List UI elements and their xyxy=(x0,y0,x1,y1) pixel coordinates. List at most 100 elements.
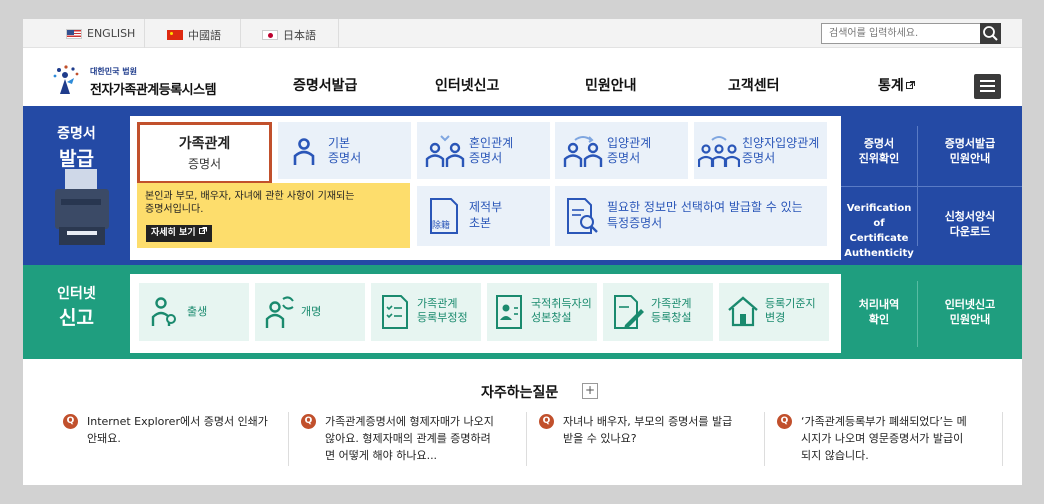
faq-line: 자녀나 배우자, 부모의 증명서를 발급 xyxy=(563,415,733,428)
us-flag-icon xyxy=(66,28,82,39)
tile-line1: 가족관계 xyxy=(651,297,692,310)
tile-register-correction[interactable]: 가족관계 등록부정정 xyxy=(371,283,481,341)
side-line3: Authenticity xyxy=(844,248,914,259)
view-details-label: 자세히 보기 xyxy=(151,228,196,238)
tile-marriage[interactable]: 혼인관계 증명서 xyxy=(417,122,550,179)
nav-statistics[interactable]: 통계 xyxy=(878,75,915,95)
faq-line: Internet Explorer에서 증명서 인쇄가 xyxy=(87,415,268,428)
report-guide-link[interactable]: 인터넷신고 민원안내 xyxy=(918,297,1022,327)
band-label-line2: 발급 xyxy=(59,148,94,170)
tile-line1: 개명 xyxy=(301,305,322,318)
faq-item[interactable]: Q ‘가족관계등록부가 폐쇄되었다’는 메 시지가 나오며 영문증명서가 발급이… xyxy=(765,412,1003,466)
search-input[interactable] xyxy=(821,23,1001,44)
lang-chinese[interactable]: 中國語 xyxy=(167,27,221,43)
faq-text: 가족관계증명서에 형제자매가 나오지 않아요. 형제자매의 관계를 증명하려 면… xyxy=(325,413,494,464)
tile-naturalized-surname[interactable]: 국적취득자의 성본창설 xyxy=(487,283,597,341)
rename-icon xyxy=(265,296,294,328)
side-line2: 진위확인 xyxy=(858,152,900,165)
lang-japanese[interactable]: 日本語 xyxy=(262,27,316,43)
nav-civil[interactable]: 민원안내 xyxy=(585,75,637,95)
tile-line1: 등록기준지 xyxy=(765,297,816,310)
tile-line2: 증명서 xyxy=(328,151,362,165)
tile-removed-register[interactable]: 除籍 제적부 초본 xyxy=(417,186,550,246)
faq-line: 안돼요. xyxy=(87,432,121,445)
doc-search-icon xyxy=(567,198,598,234)
tile-full-adoption[interactable]: 친양자입양관계 증명서 xyxy=(694,122,827,179)
certificate-band: 증명서 발급 가족관계 증명서 기본 증명서 혼인관계 증명서 입양관계 증명서… xyxy=(23,106,1022,265)
faq-line: 받을 수 있나요? xyxy=(563,432,637,445)
top-utility-bar: ENGLISH 中國語 日本語 xyxy=(23,19,1022,48)
logo-subtitle: 대한민국 법원 xyxy=(90,67,137,76)
checklist-icon xyxy=(382,295,408,329)
faq-line: 가족관계증명서에 형제자매가 나오지 xyxy=(325,415,494,428)
tile-line2: 특정증명서 xyxy=(607,216,663,230)
divider xyxy=(144,19,145,48)
faq-text: ‘가족관계등록부가 폐쇄되었다’는 메 시지가 나오며 영문증명서가 발급이 되… xyxy=(801,413,967,464)
tile-subtitle: 증명서 xyxy=(187,157,222,171)
faq-item[interactable]: Q 자녀나 배우자, 부모의 증명서를 발급 받을 수 있나요? xyxy=(527,412,765,466)
tile-birth[interactable]: 출생 xyxy=(139,283,249,341)
question-badge-icon: Q xyxy=(539,414,554,429)
tile-line1: 혼인관계 xyxy=(469,136,514,150)
faq-item[interactable]: Q 가족관계증명서에 형제자매가 나오지 않아요. 형제자매의 관계를 증명하려… xyxy=(289,412,527,466)
tile-line2: 등록부정정 xyxy=(417,311,468,324)
processing-history-link[interactable]: 처리내역 확인 xyxy=(841,297,917,327)
side-line1: 인터넷신고 xyxy=(944,298,996,311)
nav-statistics-label: 통계 xyxy=(878,78,904,94)
faq-text: 자녀나 배우자, 부모의 증명서를 발급 받을 수 있나요? xyxy=(563,413,732,447)
faq-more-button[interactable]: + xyxy=(582,383,598,399)
side-line1: 증명서발급 xyxy=(944,137,996,150)
tooltip-line1: 본인과 부모, 배우자, 자녀에 관한 사항이 기재되는 xyxy=(145,191,355,202)
nav-certificate[interactable]: 증명서발급 xyxy=(293,75,357,95)
band-label-line2: 신고 xyxy=(59,307,94,329)
tile-line1: 제적부 xyxy=(469,200,503,214)
tile-line1: 입양관계 xyxy=(607,136,652,150)
site-title[interactable]: 전자가족관계등록시스템 xyxy=(90,79,217,98)
menu-button[interactable] xyxy=(974,74,1001,99)
divider xyxy=(338,19,339,48)
side-line2: Certificate xyxy=(849,233,909,244)
tile-specific-certificate[interactable]: 필요한 정보만 선택하여 발급할 수 있는 특정증명서 xyxy=(555,186,827,246)
tile-domicile-change[interactable]: 등록기준지 변경 xyxy=(719,283,829,341)
baby-icon xyxy=(151,297,176,326)
side-line1: Verification of xyxy=(846,203,912,229)
tile-line2: 변경 xyxy=(765,311,786,324)
lang-chinese-label: 中國語 xyxy=(188,29,221,42)
faq-item[interactable]: Q Internet Explorer에서 증명서 인쇄가 안돼요. xyxy=(51,412,289,466)
certificate-band-label: 증명서 발급 xyxy=(23,106,130,265)
tile-title: 가족관계 xyxy=(178,136,231,152)
court-logo-icon xyxy=(53,65,79,94)
form-download-link[interactable]: 신청서양식 다운로드 xyxy=(918,209,1022,239)
house-icon xyxy=(728,296,758,327)
japan-flag-icon xyxy=(262,30,278,40)
band-label-line1: 인터넷 xyxy=(57,286,96,302)
tile-basic[interactable]: 기본 증명서 xyxy=(278,122,411,179)
tile-rename[interactable]: 개명 xyxy=(255,283,365,341)
nav-report[interactable]: 인터넷신고 xyxy=(435,75,499,95)
lang-japanese-label: 日本語 xyxy=(283,29,316,42)
lang-english[interactable]: ENGLISH xyxy=(66,27,135,40)
china-flag-icon xyxy=(167,30,183,40)
verify-certificate-link[interactable]: 증명서 진위확인 xyxy=(841,136,917,166)
tile-family-relation[interactable]: 가족관계 증명서 xyxy=(137,122,272,184)
side-line2: 민원안내 xyxy=(949,152,991,165)
page: ENGLISH 中國語 日本語 대한민국 법원 전자가족관계등록시스템 증명서발… xyxy=(23,19,1022,485)
external-link-icon xyxy=(198,227,207,234)
nav-support[interactable]: 고객센터 xyxy=(728,75,780,95)
couple-icon xyxy=(425,135,465,167)
search-button[interactable] xyxy=(980,23,1001,44)
tooltip-line2: 증명서입니다. xyxy=(145,204,204,215)
view-details-button[interactable]: 자세히 보기 xyxy=(146,225,212,242)
verification-english-link[interactable]: Verification of Certificate Authenticity xyxy=(841,201,917,261)
tile-line2: 등록창설 xyxy=(651,311,692,324)
tile-line1: 가족관계 xyxy=(417,297,458,310)
adoption-icon xyxy=(563,136,603,167)
tile-register-creation[interactable]: 가족관계 등록창설 xyxy=(603,283,713,341)
faq-line: 면 어떻게 해야 하나요... xyxy=(325,449,438,462)
lang-english-label: ENGLISH xyxy=(87,27,136,40)
faq-line: 되지 않습니다. xyxy=(801,449,869,462)
person-icon xyxy=(293,138,315,165)
certificate-guide-link[interactable]: 증명서발급 민원안내 xyxy=(918,136,1022,166)
tile-adoption[interactable]: 입양관계 증명서 xyxy=(555,122,688,179)
band-label-line1: 증명서 xyxy=(57,126,96,142)
